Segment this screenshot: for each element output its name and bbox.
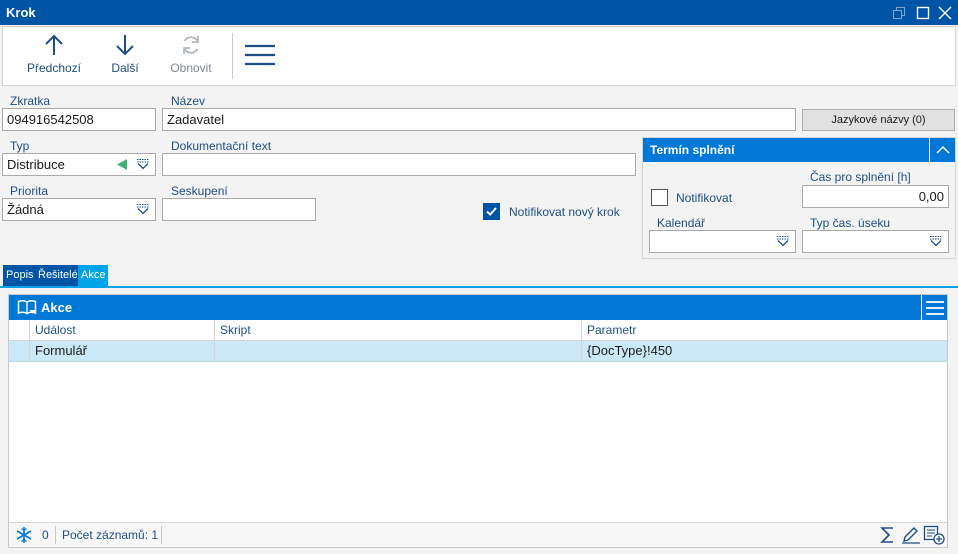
column-header-skript[interactable]: Skript: [214, 320, 581, 340]
refresh-button[interactable]: Obnovit: [158, 33, 224, 81]
cell-udalost: Formulář: [29, 341, 214, 361]
cell-skript: [214, 341, 581, 361]
previous-label: Předchozí: [26, 61, 82, 75]
green-arrow-icon[interactable]: [116, 159, 127, 170]
tab-popis[interactable]: Popis: [3, 265, 37, 286]
tab-akce[interactable]: Akce: [78, 265, 109, 286]
zkratka-field[interactable]: 094916542508: [2, 108, 156, 131]
toolbar-separator: [232, 33, 233, 79]
refresh-icon: [183, 36, 199, 54]
dropdown-icon[interactable]: [136, 158, 150, 170]
title-bar: Krok: [0, 0, 958, 25]
kalendar-select[interactable]: [649, 230, 796, 253]
typ-select[interactable]: Distribuce: [2, 153, 156, 176]
deadline-group: Termín splnění Čas pro splnění [h] 0,00 …: [642, 137, 956, 259]
cas-label: Čas pro splnění [h]: [810, 170, 911, 184]
refresh-label: Obnovit: [170, 61, 212, 75]
panel-menu-icon[interactable]: [921, 295, 947, 320]
doc-text-label: Dokumentační text: [171, 139, 272, 153]
status-count: 0: [42, 528, 49, 542]
column-header-udalost[interactable]: Událost: [29, 320, 214, 340]
dropdown-icon[interactable]: [929, 235, 943, 247]
notify-checkbox[interactable]: [651, 189, 668, 206]
status-separator: [55, 526, 56, 544]
previous-button[interactable]: Předchozí: [21, 33, 87, 81]
arrow-up-icon: [45, 34, 63, 55]
priorita-select[interactable]: Žádná: [2, 198, 156, 221]
typ-cas-select[interactable]: [802, 230, 949, 253]
deadline-group-header: Termín splnění: [643, 138, 955, 162]
sum-icon[interactable]: [879, 526, 897, 544]
akce-panel-header: Akce: [9, 295, 947, 320]
column-header-parametr[interactable]: Parametr: [581, 320, 947, 340]
next-button[interactable]: Další: [92, 33, 158, 81]
cell-parametr: {DocType}!450: [581, 341, 947, 361]
arrow-down-icon: [116, 35, 134, 56]
tab-underline: [0, 286, 958, 288]
doc-text-field[interactable]: [162, 153, 636, 176]
collapse-icon[interactable]: [929, 138, 955, 162]
notify-new-checkbox[interactable]: [483, 203, 500, 220]
maximize-icon[interactable]: [912, 0, 934, 25]
tab-resitele[interactable]: Řešitelé: [35, 265, 81, 286]
table-row[interactable]: Formulář {DocType}!450: [9, 341, 947, 362]
status-bar: 0 Počet záznamů: 1: [9, 522, 947, 547]
language-names-button[interactable]: Jazykové názvy (0): [802, 109, 955, 131]
close-icon[interactable]: [934, 0, 956, 25]
typ-value: Distribuce: [7, 157, 65, 172]
restore-icon[interactable]: [888, 0, 910, 25]
nazev-field[interactable]: Zadavatel: [162, 108, 796, 131]
record-count: Počet záznamů: 1: [62, 528, 159, 542]
hamburger-icon[interactable]: [244, 43, 278, 71]
check-icon: [486, 207, 497, 216]
priorita-value: Žádná: [7, 202, 44, 217]
notify-new-label: Notifikovat nový krok: [509, 205, 620, 219]
priorita-label: Priorita: [10, 184, 49, 198]
deadline-group-title: Termín splnění: [650, 143, 735, 157]
snowflake-icon[interactable]: [15, 526, 33, 544]
status-separator: [161, 526, 162, 544]
edit-icon[interactable]: [901, 526, 921, 544]
nazev-label: Název: [171, 94, 206, 108]
typ-label: Typ: [10, 139, 30, 153]
zkratka-label: Zkratka: [10, 94, 51, 108]
toolbar: Předchozí Další Obnovit: [2, 26, 956, 86]
kalendar-label: Kalendář: [657, 216, 706, 230]
akce-panel: Akce Událost Skript Parametr Formulář {D…: [8, 294, 948, 548]
dropdown-icon[interactable]: [136, 203, 150, 215]
seskupeni-field[interactable]: [162, 198, 316, 221]
notify-label: Notifikovat: [676, 191, 733, 205]
akce-panel-title: Akce: [41, 300, 73, 315]
window-title: Krok: [6, 5, 36, 20]
cas-field[interactable]: 0,00: [802, 185, 949, 208]
grid-header: Událost Skript Parametr: [9, 320, 947, 341]
dropdown-icon[interactable]: [776, 235, 790, 247]
add-record-icon[interactable]: [923, 525, 945, 545]
next-label: Další: [111, 61, 139, 75]
book-icon: [17, 300, 37, 315]
typ-cas-label: Typ čas. úseku: [810, 216, 891, 230]
seskupeni-label: Seskupení: [171, 184, 228, 198]
